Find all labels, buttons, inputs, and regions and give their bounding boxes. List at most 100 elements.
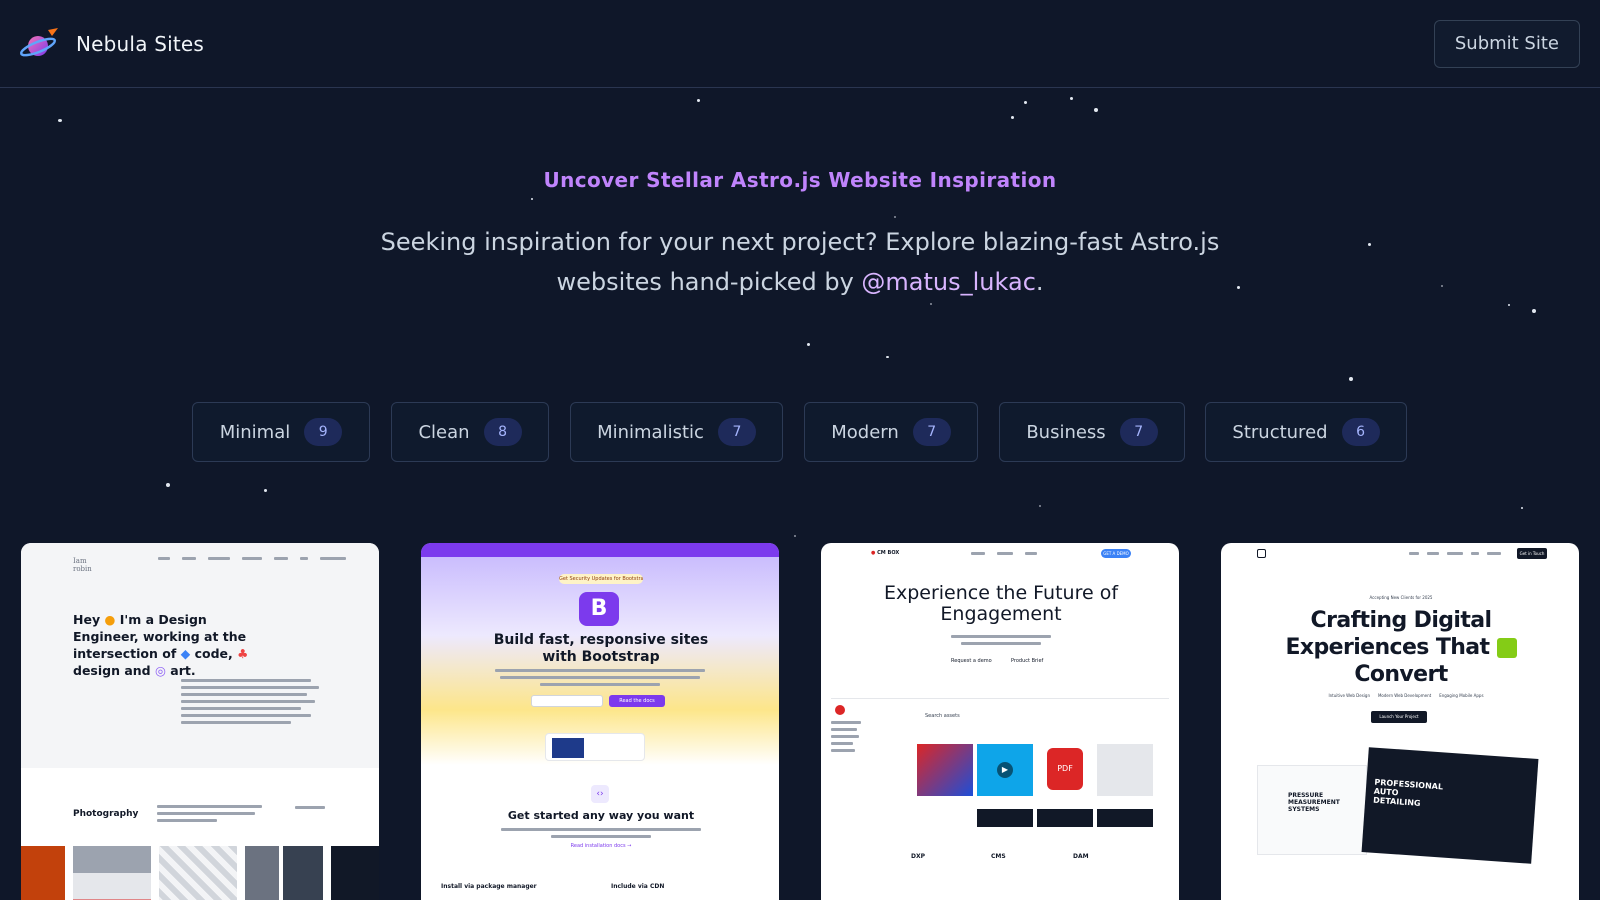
star [697,99,700,102]
brand-link[interactable]: Nebula Sites [18,26,204,62]
tag-business[interactable]: Business 7 [999,402,1185,462]
card-primary-button: Read the docs [609,695,665,707]
card-subhead: Get started any way you want [507,809,695,822]
hero-intro-prefix: websites hand-picked by [556,268,862,296]
headline-part: Hey [73,612,101,627]
mock-headline: PROFESSIONAL AUTO DETAILING [1372,777,1444,808]
card-top-nav [421,543,779,557]
code-icon: ‹› [591,785,609,803]
art-emoji-icon: ◎ [155,663,166,678]
submit-site-button[interactable]: Submit Site [1433,19,1580,68]
tag-label: Minimalistic [597,421,704,443]
planet-logo-icon [19,27,58,56]
star [1532,309,1536,313]
brand-dot-icon: ● [871,550,876,556]
tag-count-badge: 9 [304,418,343,446]
card-mini-nav [971,552,1037,555]
hero-intro-suffix: . [1035,268,1044,296]
card-badge: Get Security Updates for Bootstrap 5 & 4 [559,574,643,584]
card-headline: Hey ● I'm a Design Engineer, working at … [73,611,273,679]
hero-intro-line2: websites hand-picked by @matus_lukac. [330,262,1270,302]
site-card-robin[interactable]: Iam robin Hey ● I'm a Design Engineer, w… [21,543,379,900]
card-cta-button: Get in Touch [1517,548,1547,559]
asset-thumb [917,744,973,796]
card-subtext [495,669,705,690]
tag-clean[interactable]: Clean 8 [391,402,549,462]
card-col-title: DAM [1073,853,1089,860]
card-headline: Build fast, responsive sites with Bootst… [493,632,709,665]
card-install-box [531,695,603,707]
card-col-title: CMS [991,853,1006,860]
site-card-bootstrap[interactable]: Get Security Updates for Bootstrap 5 & 4… [421,543,779,900]
tag-label: Clean [418,421,470,443]
design-emoji-icon: ♣ [237,646,249,661]
mock-page-right: PROFESSIONAL AUTO DETAILING [1361,747,1539,864]
play-icon: ▶ [997,762,1013,778]
card-launch-button: Launch Your Project [1371,711,1427,723]
card-demo-link: Request a demo [951,658,992,664]
headline-part: Convert [1354,662,1448,687]
asset-thumb: PDF [1037,744,1093,796]
card-docs-link: Read installation docs → [570,843,632,849]
tag-count-badge: 8 [483,418,522,446]
star [264,489,267,492]
tag-minimalistic[interactable]: Minimalistic 7 [570,402,783,462]
star [894,216,896,218]
card-mini-nav [1409,552,1501,555]
card-mini-nav [158,557,346,560]
asset-thumb: ▶ [977,744,1033,796]
tag-label: Structured [1232,421,1328,443]
headline-part: design and [73,663,151,678]
tag-filter-bar: Minimal 9 Clean 8 Minimalistic 7 Modern … [0,402,1600,462]
tag-modern[interactable]: Modern 7 [804,402,978,462]
card-badge: Accepting New Clients for 2025 [1369,595,1433,600]
card-brief-link: Product Brief [1011,658,1044,664]
card-section-title: Photography [73,809,139,819]
tag-count-badge: 7 [912,418,951,446]
card-subhead-text [501,828,701,842]
mock-page-left: PRESSURE MEASUREMENT SYSTEMS [1257,765,1367,855]
card-subtext [951,635,1051,649]
tag-minimal[interactable]: Minimal 9 [192,402,370,462]
star [807,343,810,346]
photo-thumb [159,846,237,900]
star [886,356,889,358]
hero-intro-line1: Seeking inspiration for your next projec… [380,228,1220,256]
bootstrap-logo-icon: B [579,592,619,626]
tag-count-badge: 6 [1341,418,1380,446]
tag-label: Minimal [219,421,291,443]
site-card-cmbox[interactable]: ● CM BOX GET A DEMO Experience the Futur… [821,543,1179,900]
star [1508,304,1510,306]
author-handle-link[interactable]: @matus_lukac [861,268,1035,296]
star [1368,243,1371,246]
photo-thumb [245,846,279,900]
star [930,303,932,305]
feature-item: Engaging Mobile Apps [1439,693,1484,698]
star [1070,97,1073,100]
tag-label: Modern [831,421,899,443]
star [166,483,170,487]
card-site-logo: Iam robin [73,557,92,573]
card-headline: Crafting Digital Experiences That Conver… [1271,607,1531,688]
card-search: Search assets [925,713,960,719]
photo-thumb [283,846,323,900]
hero-intro: Seeking inspiration for your next projec… [330,222,1270,302]
card-bio-text [181,679,321,728]
site-header: Nebula Sites Submit Site [0,0,1600,88]
site-card-agency[interactable]: Get in Touch Accepting New Clients for 2… [1221,543,1579,900]
tag-label: Business [1026,421,1106,443]
smile-emoji-icon: ● [104,612,116,627]
tag-structured[interactable]: Structured 6 [1205,402,1407,462]
card-section-link [295,806,325,813]
card-cta-button: GET A DEMO [1101,549,1131,558]
card-ad-box [545,733,645,761]
tag-count-badge: 7 [717,418,756,446]
star [1521,507,1523,509]
brand-text: CM BOX [877,550,900,556]
feature-item: Intuitive Web Design [1328,693,1370,698]
star [1024,101,1027,104]
asset-thumb [1097,744,1153,796]
card-headline: Experience the Future of Engagement [883,582,1119,625]
card-col-title: DXP [911,853,926,860]
card-brand: ● CM BOX [871,550,899,556]
